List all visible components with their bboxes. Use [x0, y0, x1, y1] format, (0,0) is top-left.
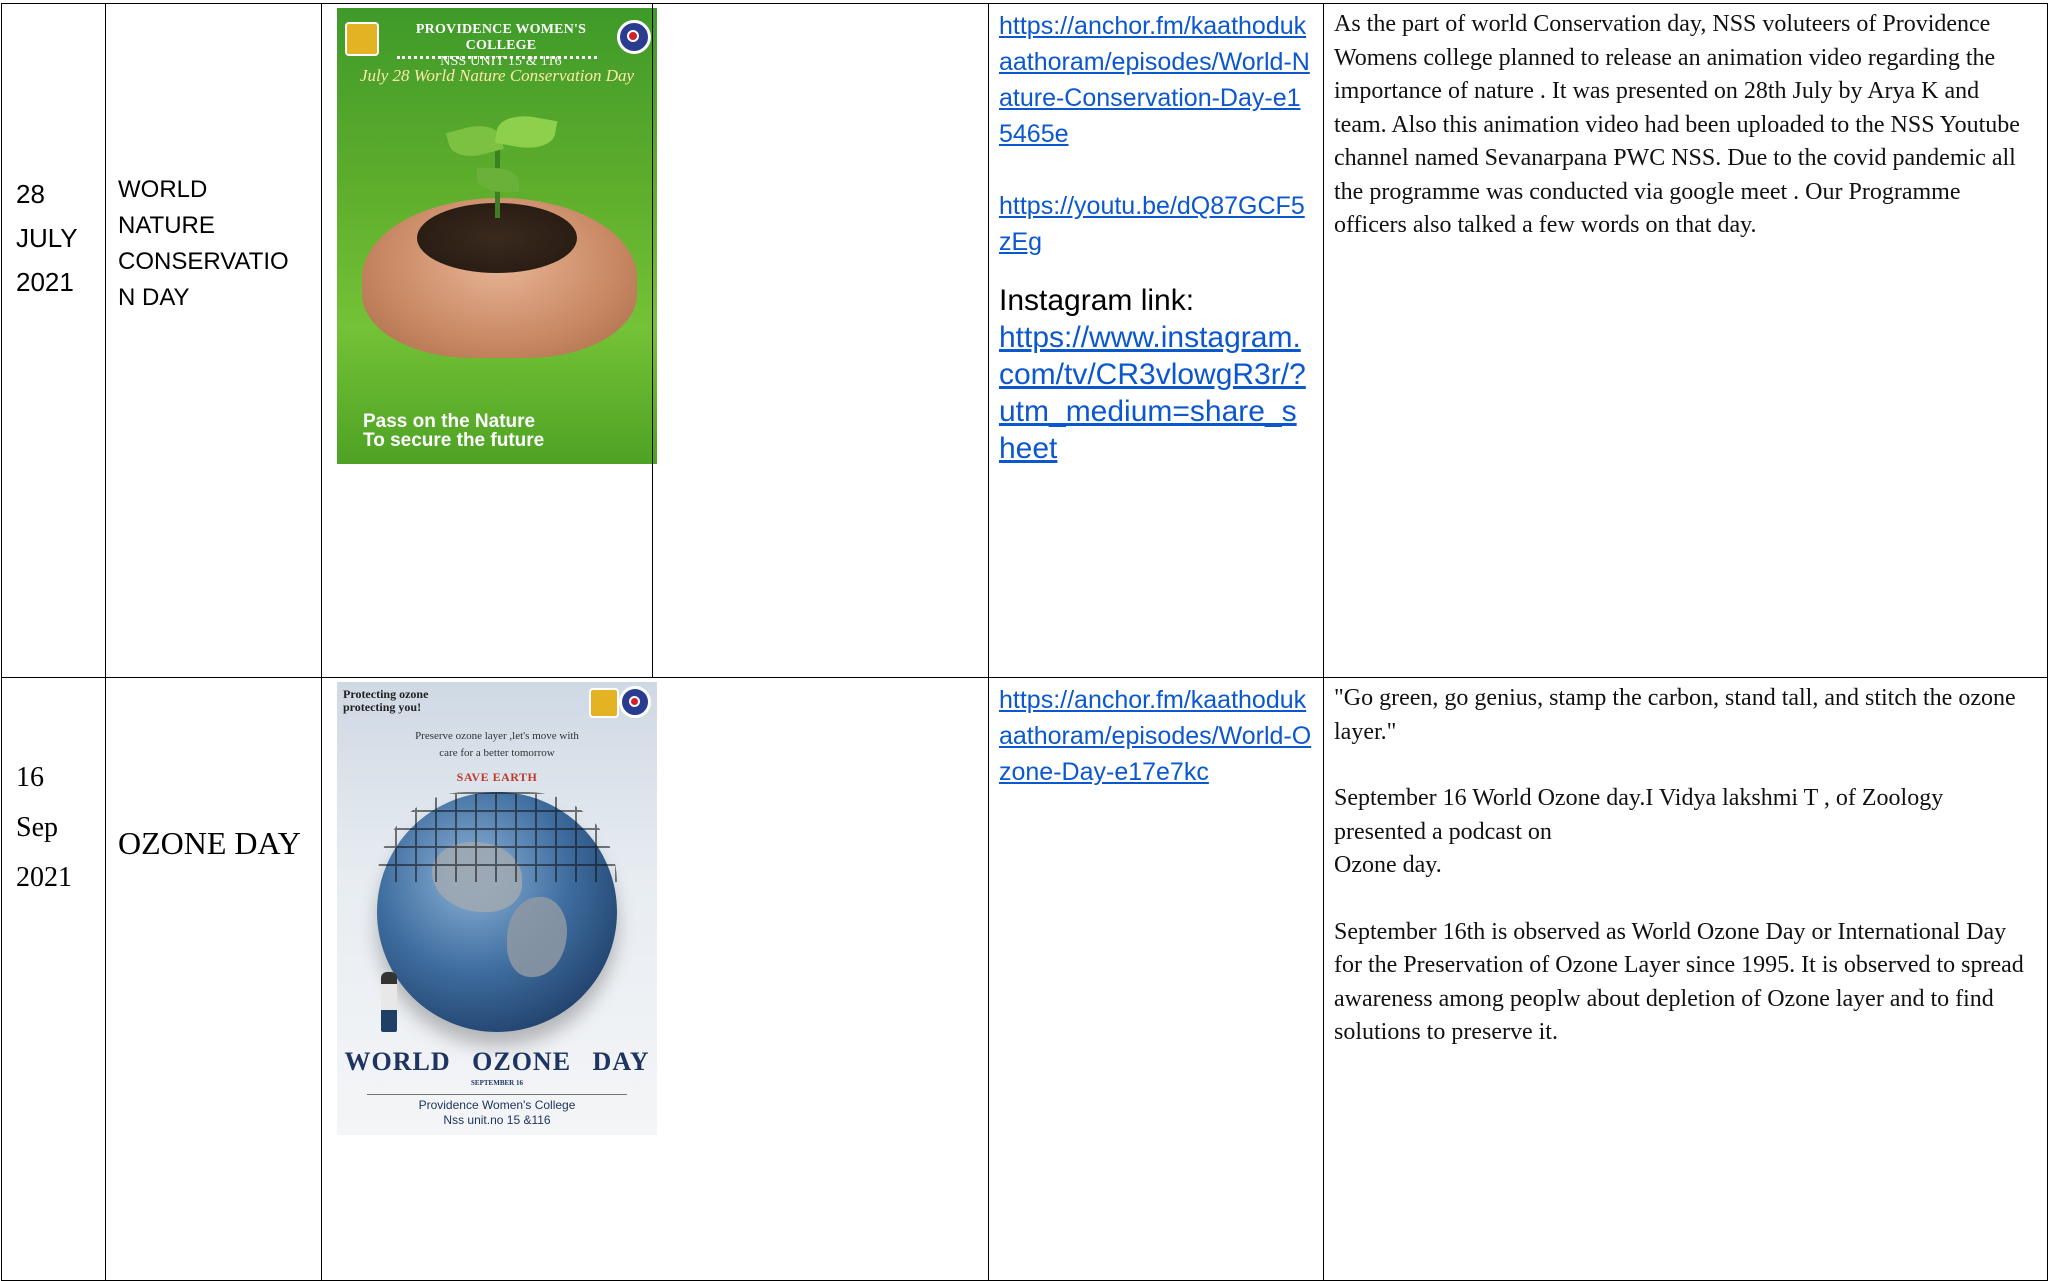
- poster-tagline-line: protecting you!: [343, 700, 422, 714]
- poster-footer-line: Nss unit.no 15 &116: [443, 1113, 551, 1127]
- cell-divider: [652, 4, 653, 677]
- date-month: JULY: [16, 223, 78, 253]
- poster-subtitle: July 28 World Nature Conservation Day: [359, 66, 635, 85]
- programme-name-line: CONSERVATIO: [118, 248, 289, 275]
- programme-name: OZONE DAY: [118, 825, 301, 861]
- programme-name-line: NATURE: [118, 212, 215, 239]
- description-text: As the part of world Conservation day, N…: [1334, 11, 2020, 238]
- date-cell: 28 JULY 2021: [1, 3, 106, 678]
- instagram-label: Instagram link:: [999, 284, 1195, 317]
- divider: [367, 1094, 627, 1095]
- college-logo-icon: [345, 22, 379, 56]
- table-row: 16 Sep 2021 OZONE DAY Protecting ozone p…: [1, 677, 2048, 1281]
- save-earth-label: SAVE EARTH: [456, 770, 538, 784]
- links-cell: https://anchor.fm/kaathodukaathoram/epis…: [988, 677, 1324, 1281]
- table-row: 28 JULY 2021 WORLD NATURE CONSERVATIO N …: [1, 3, 2048, 678]
- links-cell: https://anchor.fm/kaathodukaathoram/epis…: [988, 3, 1324, 678]
- poster-footer-line: Providence Women's College: [418, 1098, 576, 1112]
- instagram-link[interactable]: https://www.instagram.com/tv/CR3vlowgR3r…: [999, 319, 1313, 467]
- document-page: 28 JULY 2021 WORLD NATURE CONSERVATIO N …: [0, 0, 2049, 1281]
- poster-message-line: care for a better tomorrow: [439, 747, 555, 759]
- youtube-link[interactable]: https://youtu.be/dQ87GCF5zEg: [999, 188, 1313, 260]
- poster-message: Preserve ozone layer ,let's move with ca…: [337, 728, 657, 762]
- poster-date: SEPTEMBER 16: [471, 1079, 523, 1087]
- description-text: September 16 World Ozone day.I Vidya lak…: [1334, 785, 1944, 845]
- poster-footer: Providence Women's College Nss unit.no 1…: [337, 1098, 657, 1128]
- poster-message-line: Preserve ozone layer ,let's move with: [415, 730, 579, 742]
- description-cell: "Go green, go genius, stamp the carbon, …: [1323, 677, 2048, 1281]
- college-logo-icon: [589, 688, 619, 718]
- description-quote: "Go green, go genius, stamp the carbon, …: [1334, 685, 2016, 745]
- anchor-podcast-link[interactable]: https://anchor.fm/kaathodukaathoram/epis…: [999, 682, 1313, 790]
- description-cell: As the part of world Conservation day, N…: [1323, 3, 2048, 678]
- nss-emblem-icon: [619, 686, 651, 718]
- date-year: 2021: [16, 862, 72, 893]
- programme-name-cell: WORLD NATURE CONSERVATIO N DAY: [105, 3, 322, 678]
- anchor-podcast-link[interactable]: https://anchor.fm/kaathodukaathoram/epis…: [999, 8, 1313, 152]
- date-month: Sep: [16, 812, 58, 843]
- ozone-day-poster: Protecting ozone protecting you! Preserv…: [337, 682, 657, 1135]
- programme-table: 28 JULY 2021 WORLD NATURE CONSERVATIO N …: [1, 3, 2048, 1281]
- date-day: 28: [16, 179, 45, 209]
- poster-cell: PROVIDENCE WOMEN'S COLLEGE NSS UNIT 15 &…: [321, 3, 989, 678]
- date-year: 2021: [16, 267, 74, 297]
- programme-name-line: WORLD: [118, 176, 208, 203]
- description-text: Ozone day.: [1334, 852, 1442, 878]
- date-day: 16: [16, 762, 44, 793]
- person-figure-icon: [381, 972, 397, 1032]
- poster-footer-line: Pass on the Nature: [363, 411, 536, 432]
- poster-footer-line: To secure the future: [363, 430, 545, 451]
- nss-emblem-icon: [617, 20, 651, 54]
- programme-name-cell: OZONE DAY: [105, 677, 322, 1281]
- globe-grid: [377, 792, 617, 882]
- poster-header-line: PROVIDENCE WOMEN'S COLLEGE: [415, 22, 587, 53]
- poster-footer: Pass on the Nature To secure the future: [363, 412, 544, 450]
- leaf-icon: [494, 111, 558, 153]
- description-text: September 16th is observed as World Ozon…: [1334, 918, 2024, 1046]
- date-cell: 16 Sep 2021: [1, 677, 106, 1281]
- poster-tagline-top: Protecting ozone protecting you!: [343, 688, 428, 714]
- nature-conservation-poster: PROVIDENCE WOMEN'S COLLEGE NSS UNIT 15 &…: [337, 8, 657, 464]
- poster-cell: Protecting ozone protecting you! Preserv…: [321, 677, 989, 1281]
- leaf-icon: [477, 168, 519, 192]
- poster-title: WORLD OZONE DAY: [344, 1047, 650, 1076]
- programme-name-line: N DAY: [118, 284, 190, 311]
